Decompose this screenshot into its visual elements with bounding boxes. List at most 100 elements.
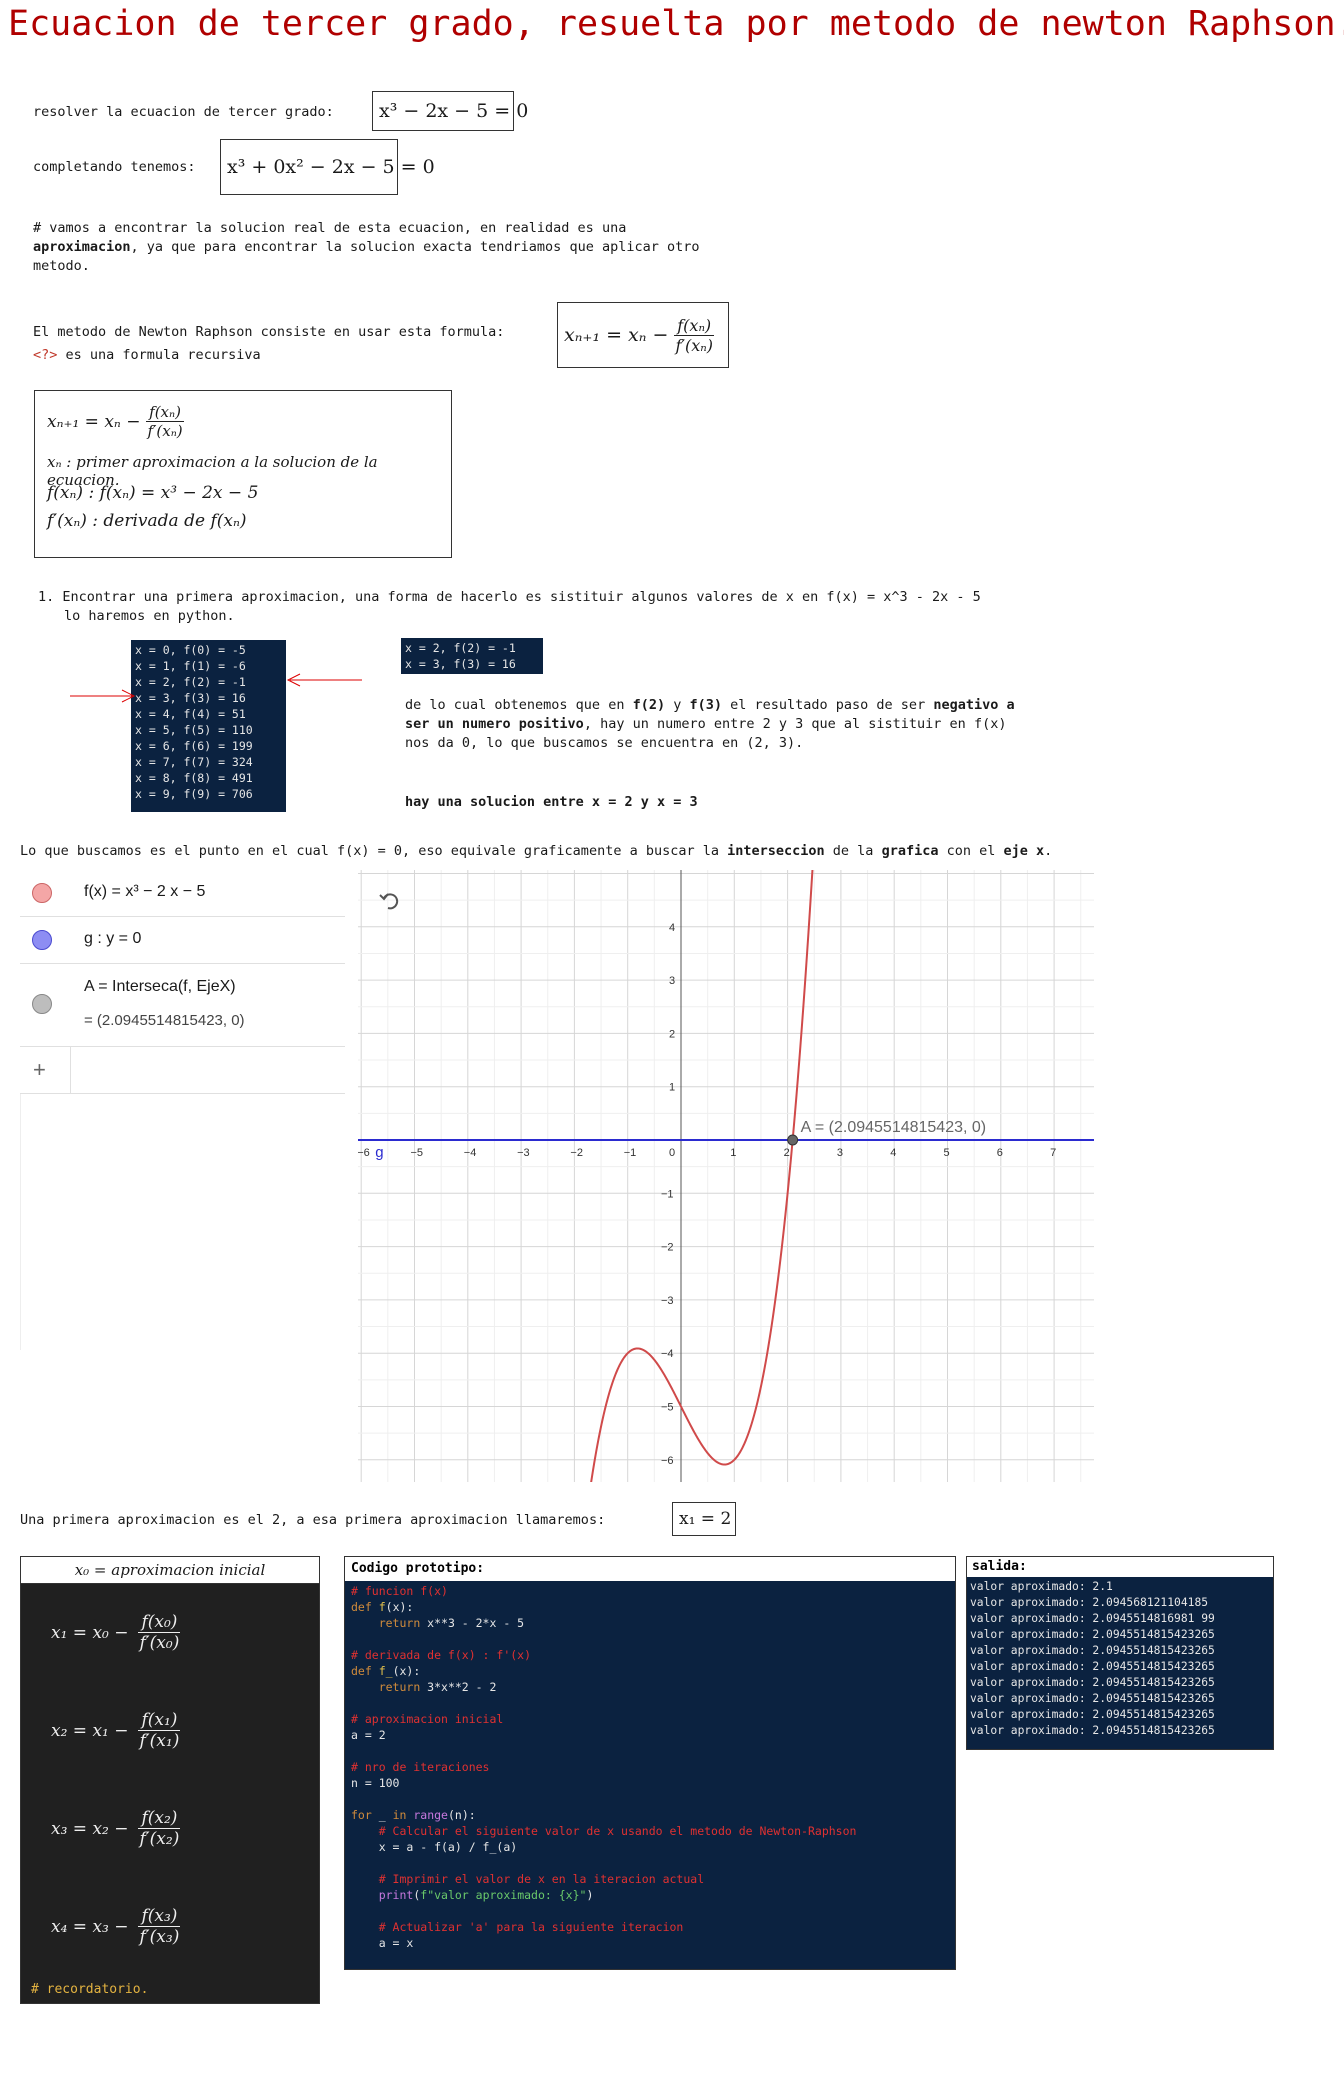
intersection-point-a[interactable] bbox=[787, 1134, 799, 1146]
def-line-3: f(xₙ) : f(xₙ) = x³ − 2x − 5 bbox=[47, 483, 259, 503]
graph-intro: Lo que buscamos es el punto en el cual f… bbox=[20, 843, 1052, 859]
add-input-button[interactable]: + bbox=[33, 1057, 46, 1083]
code-comment-calc: # Calcular el siguiente valor de x usand… bbox=[378, 1824, 857, 1838]
code-comment-funcion: # funcion f(x) bbox=[351, 1584, 448, 1598]
code-return-1: return bbox=[378, 1616, 421, 1630]
x-tick-label: 5 bbox=[944, 1147, 950, 1159]
output-line: valor aproximado: 2.0945514815423265 bbox=[970, 1692, 1215, 1705]
newton-formula: xₙ₊₁ = xₙ − f(xₙ) f′(xₙ) bbox=[557, 302, 729, 368]
definitions-formula: xₙ₊₁ = xₙ − f(xₙ) f′(xₙ) bbox=[47, 403, 186, 440]
mini-table-row: x = 3, f(3) = 16 bbox=[405, 657, 516, 671]
point-a-label: A = (2.0945514815423, 0) bbox=[801, 1119, 987, 1136]
x-tick-label: 2 bbox=[784, 1147, 790, 1159]
values-table-row: x = 9, f(9) = 706 bbox=[135, 787, 253, 801]
x-tick-label: −2 bbox=[570, 1147, 583, 1159]
iteration-row: x₃ = x₂ − f(x₂) f′(x₂) bbox=[51, 1808, 182, 1849]
iteration-fraction: f(x₃) f′(x₃) bbox=[137, 1906, 183, 1947]
gi-eje-x: eje x bbox=[1003, 843, 1045, 859]
code-header: Codigo prototipo: bbox=[345, 1557, 955, 1581]
def-formula-lhs: xₙ₊₁ = xₙ − bbox=[47, 411, 141, 432]
formula-denominator: f′(xₙ) bbox=[675, 335, 713, 355]
gi-e: con el bbox=[938, 843, 1004, 859]
x-tick-label: 6 bbox=[997, 1147, 1003, 1159]
recursive-text: es una formula recursiva bbox=[57, 347, 261, 363]
a-visibility-toggle[interactable] bbox=[32, 994, 52, 1014]
resolver-label: resolver la ecuacion de tercer grado: bbox=[33, 104, 334, 120]
expl-2b: , hay un numero entre 2 y 3 que al sisti… bbox=[583, 716, 1007, 732]
algebra-row-a[interactable]: A = Interseca(f, EjeX) = (2.094551481542… bbox=[20, 964, 345, 1047]
iteration-fraction: f(x₀) f′(x₀) bbox=[137, 1612, 183, 1653]
x-tick-label: −6 bbox=[358, 1147, 370, 1159]
code-comment-iter: # nro de iteraciones bbox=[351, 1760, 490, 1774]
values-table-row: x = 6, f(6) = 199 bbox=[135, 739, 253, 753]
gi-c: de la bbox=[824, 843, 882, 859]
output-line: valor aproximado: 2.0945514815423265 bbox=[970, 1724, 1215, 1737]
iteration-row: x₂ = x₁ − f(x₁) f′(x₁) bbox=[51, 1710, 182, 1751]
first-approx-equation: x₁ = 2 bbox=[672, 1502, 736, 1536]
values-table-row: x = 0, f(0) = -5 bbox=[135, 643, 246, 657]
code-for: for bbox=[351, 1808, 372, 1822]
y-tick-label: 4 bbox=[669, 922, 675, 934]
algebra-row-add[interactable]: + bbox=[20, 1047, 345, 1094]
output-line: valor aproximado: 2.0945514815423265 bbox=[970, 1628, 1215, 1641]
iteration-lhs: x₃ = x₂ − bbox=[51, 1818, 129, 1839]
x-tick-label: 4 bbox=[890, 1147, 896, 1159]
iteration-row: x₄ = x₃ − f(x₃) f′(x₃) bbox=[51, 1906, 182, 1947]
iteration-body: x₁ = x₀ − f(x₀) f′(x₀) x₂ = x₁ − f(x₁) f′(x₁)… bbox=[21, 1584, 319, 2003]
code-return-2: return bbox=[378, 1680, 421, 1694]
f-expression[interactable]: f(x) = x³ − 2 x − 5 bbox=[84, 883, 205, 901]
algebra-row-f[interactable]: f(x) = x³ − 2 x − 5 bbox=[20, 870, 345, 917]
graphics-view[interactable]: −6 −5 −4 −3 −2 −1 0 1 2 3 4 5 6 7 −6 −5 −4 −3 −2 −1 1 2 3 4 g A… bbox=[358, 870, 1094, 1482]
x-tick-label: 1 bbox=[730, 1147, 736, 1159]
code-in: in bbox=[392, 1808, 407, 1822]
values-table-row: x = 8, f(8) = 491 bbox=[135, 771, 253, 785]
y-tick-label: −1 bbox=[661, 1188, 674, 1200]
def-formula-fraction: f(xₙ) f′(xₙ) bbox=[144, 403, 185, 440]
code-range: range bbox=[413, 1808, 448, 1822]
a-expression[interactable]: A = Interseca(f, EjeX) bbox=[84, 978, 236, 996]
expl-f2: f(2) bbox=[632, 697, 666, 713]
x-tick-label: 3 bbox=[837, 1147, 843, 1159]
code-comment-derivada: # derivada de f(x) : f'(x) bbox=[351, 1648, 532, 1662]
values-table-row: x = 7, f(7) = 324 bbox=[135, 755, 253, 769]
mini-table-row: x = 2, f(2) = -1 bbox=[405, 641, 516, 655]
y-tick-label: −6 bbox=[661, 1455, 674, 1467]
code-fn-f-prime: f_ bbox=[378, 1664, 393, 1678]
output-line: valor aproximado: 2.094568121104185 bbox=[970, 1596, 1209, 1609]
iteration-numerator: f(x₃) bbox=[138, 1906, 181, 1927]
note-line-3: metodo. bbox=[33, 258, 90, 274]
g-expression[interactable]: g : y = 0 bbox=[84, 930, 141, 948]
page-title: Ecuacion de tercer grado, resuelta por m… bbox=[8, 4, 1344, 44]
solution-line: hay una solucion entre x = 2 y x = 3 bbox=[405, 794, 698, 810]
input-divider bbox=[70, 1047, 71, 1093]
output-lines: valor aproximado: 2.1 valor aproximado: 2… bbox=[970, 1579, 1215, 1739]
algebra-row-g[interactable]: g : y = 0 bbox=[20, 917, 345, 964]
note-bold: aproximacion bbox=[33, 239, 131, 255]
code-print: print bbox=[378, 1888, 414, 1902]
iteration-fraction: f(x₁) f′(x₁) bbox=[137, 1710, 183, 1751]
completando-equation: x³ + 0x² − 2x − 5 = 0 bbox=[220, 139, 435, 195]
formula-fraction: f(xₙ) f′(xₙ) bbox=[672, 316, 716, 355]
formula-lhs: xₙ₊₁ = xₙ − bbox=[564, 324, 669, 346]
explanation-line-1: de lo cual obtenemos que en f(2) y f(3) … bbox=[405, 697, 1015, 713]
iteration-denominator: f′(x₀) bbox=[139, 1633, 180, 1653]
y-tick-label: −5 bbox=[661, 1402, 674, 1414]
x-tick-label: −4 bbox=[464, 1147, 477, 1159]
gi-interseccion: interseccion bbox=[727, 843, 825, 859]
f-visibility-toggle[interactable] bbox=[32, 883, 52, 903]
code-comment-update: # Actualizar 'a' para la siguiente itera… bbox=[378, 1920, 684, 1934]
y-tick-label: 1 bbox=[669, 1082, 675, 1094]
x-tick-label: −1 bbox=[624, 1147, 637, 1159]
output-header: salida: bbox=[967, 1557, 1273, 1577]
y-tick-label: 3 bbox=[669, 975, 675, 987]
g-visibility-toggle[interactable] bbox=[32, 930, 52, 950]
code-body: # funcion f(x) def f(x): return x**3 - 2… bbox=[351, 1584, 857, 1950]
step1-line-1: 1. Encontrar una primera aproximacion, u… bbox=[38, 589, 981, 605]
y-tick-label: −4 bbox=[661, 1348, 674, 1360]
iteration-row: x₁ = x₀ − f(x₀) f′(x₀) bbox=[51, 1612, 182, 1653]
code-def-f-prime: def bbox=[351, 1664, 372, 1678]
def-formula-numerator: f(xₙ) bbox=[146, 403, 184, 422]
output-line: valor aproximado: 2.0945514815423265 bbox=[970, 1676, 1215, 1689]
y-tick-label: 2 bbox=[669, 1028, 675, 1040]
output-line: valor aproximado: 2.1 bbox=[970, 1580, 1113, 1593]
